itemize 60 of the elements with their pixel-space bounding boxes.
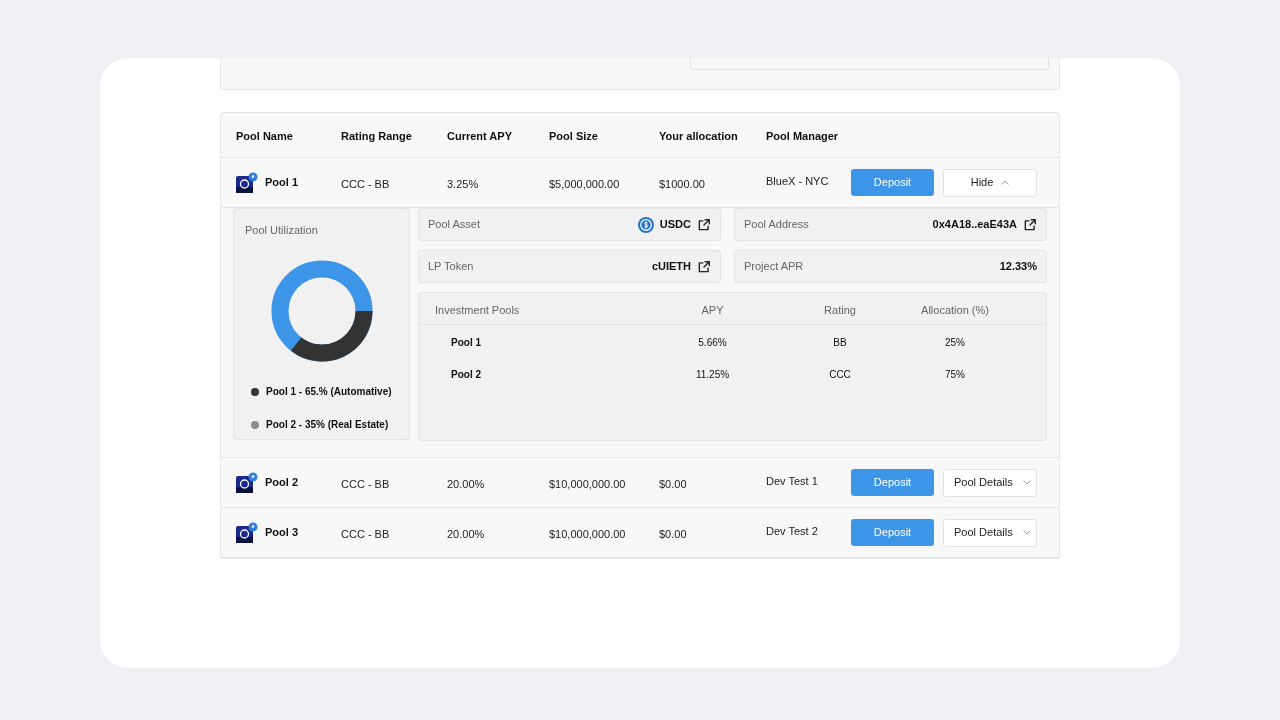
pool-name: Pool 1 — [265, 175, 298, 191]
pool-logo-icon — [236, 471, 258, 494]
chevron-icon — [1022, 530, 1031, 535]
table-cell: BlueX - NYC — [766, 174, 829, 187]
card-title: Pool Utilization — [245, 224, 318, 236]
pool-details-button[interactable]: Pool Details — [943, 468, 1037, 497]
external-link-icon[interactable] — [1023, 217, 1037, 232]
table-cell: Pool 2 — [451, 369, 481, 380]
column-header: Allocation (%) — [921, 303, 989, 316]
legend-label: Pool 2 - 35% (Real Estate) — [266, 418, 389, 432]
column-header: Current APY — [447, 130, 512, 142]
column-header: Investment Pools — [435, 303, 520, 316]
table-cell: Dev Test 1 — [766, 474, 818, 487]
table-cell: 20.00% — [447, 527, 485, 540]
table-cell: $1000.00 — [659, 177, 705, 190]
column-header: Rating Range — [341, 130, 412, 142]
table-cell: 3.25% — [447, 177, 479, 190]
legend-label: Pool 1 - 65.% (Automative) — [266, 385, 392, 399]
info-value: cUIETH — [651, 259, 691, 275]
table-cell: $10,000,000.00 — [549, 477, 626, 490]
table-cell: 20.00% — [447, 477, 485, 490]
table-cell: CCC - BB — [341, 177, 390, 190]
pool-name: Pool 2 — [265, 475, 298, 491]
table-cell: Pool 1 — [451, 337, 481, 348]
table-cell: 11.25% — [695, 369, 730, 380]
external-link-icon[interactable] — [697, 259, 711, 274]
column-header: Pool Size — [549, 130, 598, 142]
column-header: APY — [701, 303, 724, 316]
column-header: Pool Name — [236, 130, 293, 142]
info-label: Pool Asset — [428, 217, 480, 233]
table-cell: 25% — [945, 337, 965, 348]
table-cell: BB — [833, 337, 847, 348]
table-cell: CCC — [829, 369, 851, 380]
table-cell: CCC - BB — [341, 527, 390, 540]
chevron-icon — [1022, 480, 1031, 485]
table-cell: CCC - BB — [341, 477, 390, 490]
pool-details-button[interactable]: Pool Details — [943, 518, 1037, 547]
pool-name: Pool 3 — [265, 525, 298, 541]
table-cell: 5.66% — [698, 337, 727, 348]
info-label: LP Token — [428, 259, 474, 275]
chevron-icon — [1001, 180, 1010, 185]
table-cell: Dev Test 2 — [766, 524, 818, 537]
column-header: Your allocation — [659, 130, 738, 142]
table-cell: $0.00 — [659, 527, 687, 540]
table-cell: $0.00 — [659, 477, 687, 490]
info-value: USDC — [659, 217, 691, 233]
info-label: Pool Address — [744, 217, 809, 233]
info-value: 0x4A18..eaE43A — [932, 217, 1017, 233]
info-value: 12.33% — [999, 259, 1037, 275]
pool-details-button[interactable]: Hide — [943, 168, 1037, 197]
info-label: Project APR — [744, 259, 804, 275]
table-cell: $5,000,000.00 — [549, 177, 620, 190]
pool-logo-icon — [236, 171, 258, 194]
external-link-icon[interactable] — [697, 217, 711, 232]
table-cell: $10,000,000.00 — [549, 527, 626, 540]
usdc-coin-icon — [637, 216, 654, 233]
column-header: Rating — [824, 303, 856, 316]
pool-logo-icon — [236, 521, 258, 544]
table-cell: 75% — [945, 369, 965, 380]
column-header: Pool Manager — [766, 130, 839, 142]
